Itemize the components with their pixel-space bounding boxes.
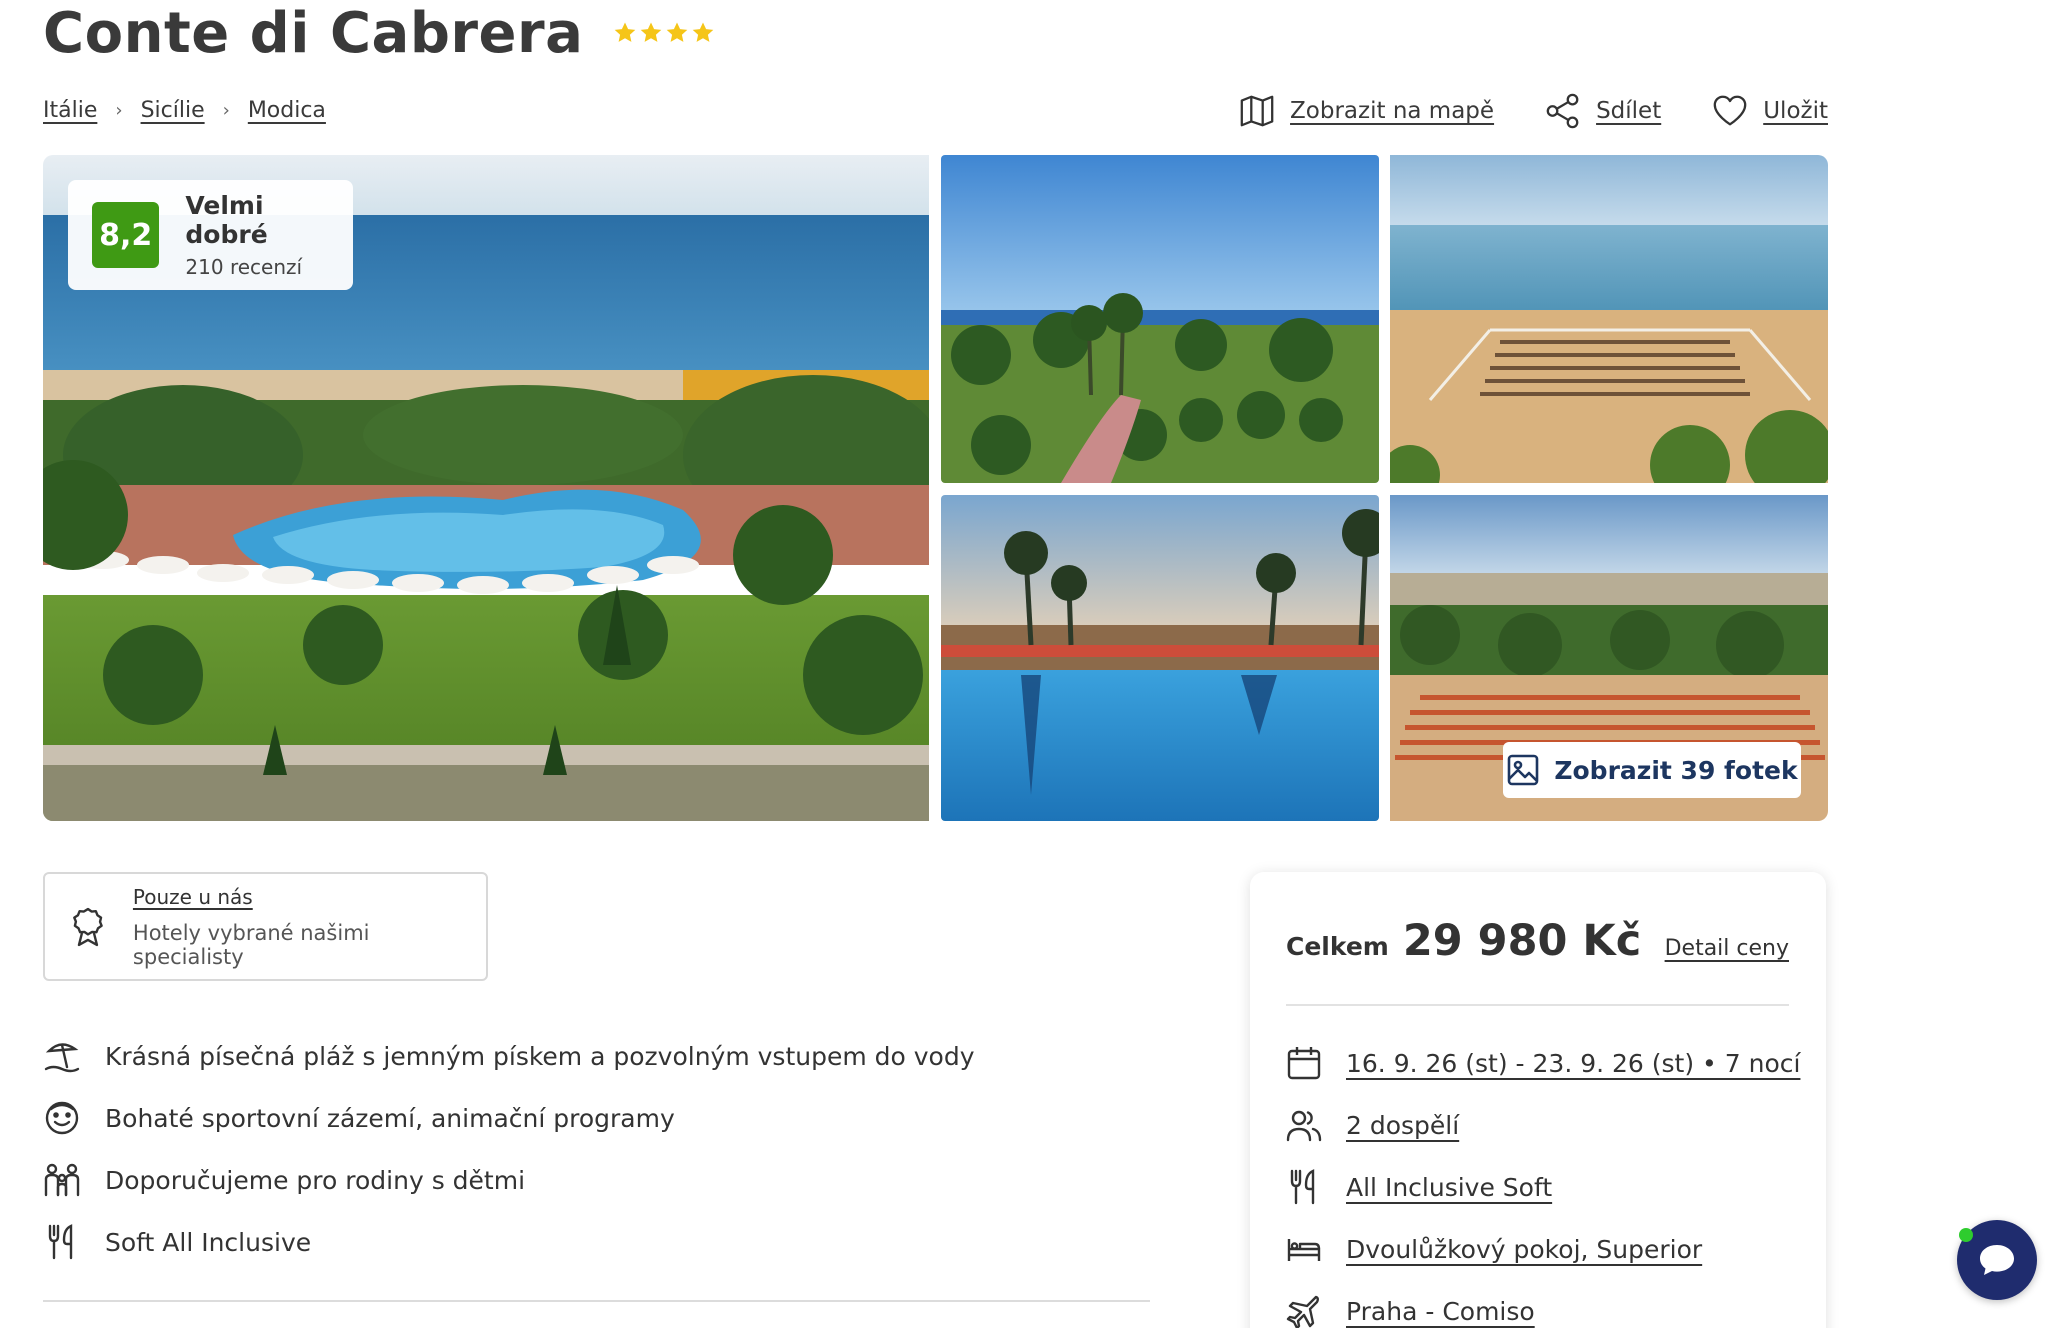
- board-type: All Inclusive Soft: [1346, 1172, 1553, 1202]
- cutlery-icon: [48, 1224, 73, 1260]
- page-actions: Zobrazit na mapě Sdílet Uložit: [1238, 92, 1828, 130]
- trip-dates-row[interactable]: 16. 9. 26 (st) - 23. 9. 26 (st) • 7 nocí: [1286, 1032, 1800, 1094]
- pool-sunset-photo: [941, 495, 1379, 821]
- share-icon: [1546, 93, 1579, 129]
- breadcrumb-item-modica[interactable]: Modica: [248, 98, 326, 123]
- trip-details: 16. 9. 26 (st) - 23. 9. 26 (st) • 7 nocí…: [1286, 1032, 1800, 1328]
- bed-icon: [1287, 1239, 1321, 1261]
- flight-row[interactable]: Praha - Comiso: [1286, 1280, 1800, 1328]
- photo-gallery: 8,2 Velmi dobré 210 recenzí Zobrazit 39 …: [43, 155, 1828, 821]
- award-ribbon-icon: [73, 907, 103, 946]
- rating-label: Velmi dobré: [185, 191, 268, 249]
- travelers-row[interactable]: 2 dospělí: [1286, 1094, 1800, 1156]
- gallery-photo-pool[interactable]: [941, 495, 1379, 821]
- airplane-icon: [1286, 1295, 1319, 1328]
- show-map-button[interactable]: Zobrazit na mapě: [1238, 92, 1494, 130]
- save-label: Uložit: [1763, 98, 1828, 124]
- gallery-photo-resort[interactable]: Zobrazit 39 fotek: [1390, 495, 1828, 821]
- title-row: Conte di Cabrera: [43, 0, 715, 66]
- total-label: Celkem: [1286, 932, 1389, 961]
- exclusive-badge[interactable]: Pouze u nás Hotely vybrané našimi specia…: [43, 872, 488, 981]
- rating-count: 210 recenzí: [185, 255, 303, 279]
- show-all-photos-label: Zobrazit 39 fotek: [1554, 755, 1798, 785]
- gallery-photo-beach[interactable]: [1390, 155, 1828, 483]
- gallery-main-photo[interactable]: 8,2 Velmi dobré 210 recenzí: [43, 155, 929, 821]
- highlight-item: Bohaté sportovní zázemí, animační progra…: [43, 1087, 975, 1149]
- trip-dates: 16. 9. 26 (st) - 23. 9. 26 (st) • 7 nocí: [1346, 1048, 1801, 1078]
- breadcrumb: Itálie › Sicílie › Modica: [43, 98, 326, 123]
- breadcrumb-item-sicily[interactable]: Sicílie: [141, 98, 205, 123]
- online-status-dot: [1959, 1228, 1973, 1242]
- highlight-item: Soft All Inclusive: [43, 1211, 975, 1273]
- total-price-row: Celkem 29 980 Kč: [1286, 916, 1641, 966]
- star-icon: [641, 22, 662, 42]
- highlight-item: Krásná písečná pláž s jemným pískem a po…: [43, 1025, 975, 1087]
- highlight-text: Soft All Inclusive: [105, 1227, 312, 1257]
- share-label: Sdílet: [1596, 98, 1662, 124]
- card-divider: [1286, 1004, 1789, 1006]
- exclusive-title: Pouze u nás: [132, 884, 253, 909]
- star-icon: [693, 22, 714, 42]
- rating-badge[interactable]: 8,2 Velmi dobré 210 recenzí: [68, 180, 353, 290]
- people-icon: [1286, 1110, 1322, 1142]
- travelers: 2 dospělí: [1346, 1110, 1460, 1140]
- beach-umbrella-icon: [44, 1043, 80, 1073]
- board-row[interactable]: All Inclusive Soft: [1286, 1156, 1800, 1218]
- show-all-photos-button[interactable]: Zobrazit 39 fotek: [1503, 742, 1801, 798]
- image-icon: [1508, 754, 1539, 786]
- highlight-text: Doporučujeme pro rodiny s dětmi: [105, 1165, 526, 1195]
- garden-photo: [941, 155, 1379, 483]
- smiley-icon: [45, 1101, 79, 1135]
- highlight-text: Bohaté sportovní zázemí, animační progra…: [105, 1103, 675, 1133]
- heart-icon: [1713, 95, 1747, 126]
- share-button[interactable]: Sdílet: [1544, 92, 1661, 130]
- family-icon: [44, 1163, 80, 1197]
- chat-bubble-icon: [1980, 1245, 2014, 1275]
- price-card: Celkem 29 980 Kč Detail ceny 16. 9. 26 (…: [1250, 872, 1826, 1328]
- exclusive-subtitle: Hotely vybrané našimi specialisty: [132, 920, 370, 969]
- room-row[interactable]: Dvoulůžkový pokoj, Superior: [1286, 1218, 1800, 1280]
- hotel-highlights: Krásná písečná pláž s jemným pískem a po…: [43, 1025, 975, 1273]
- breadcrumb-item-italy[interactable]: Itálie: [43, 98, 97, 123]
- room-type: Dvoulůžkový pokoj, Superior: [1346, 1234, 1703, 1264]
- total-price: 29 980 Kč: [1402, 916, 1642, 966]
- star-icon: [615, 22, 636, 42]
- flight-route: Praha - Comiso: [1346, 1296, 1535, 1326]
- save-button[interactable]: Uložit: [1711, 92, 1828, 130]
- rating-score: 8,2: [92, 202, 160, 268]
- beach-aerial-photo: [1390, 155, 1828, 483]
- show-map-label: Zobrazit na mapě: [1290, 98, 1495, 124]
- gallery-photo-garden[interactable]: [941, 155, 1379, 483]
- cutlery-icon: [1290, 1169, 1315, 1205]
- highlight-text: Krásná písečná pláž s jemným pískem a po…: [105, 1041, 975, 1071]
- chevron-right-icon: ›: [115, 100, 123, 121]
- highlight-item: Doporučujeme pro rodiny s dětmi: [43, 1149, 975, 1211]
- price-detail-link[interactable]: Detail ceny: [1665, 936, 1789, 961]
- section-divider: [43, 1300, 1150, 1302]
- star-icon: [667, 22, 688, 42]
- map-icon: [1240, 95, 1274, 127]
- hotel-title: Conte di Cabrera: [43, 0, 584, 66]
- chevron-right-icon: ›: [222, 100, 230, 121]
- calendar-icon: [1287, 1047, 1321, 1080]
- hotel-stars: [613, 21, 715, 45]
